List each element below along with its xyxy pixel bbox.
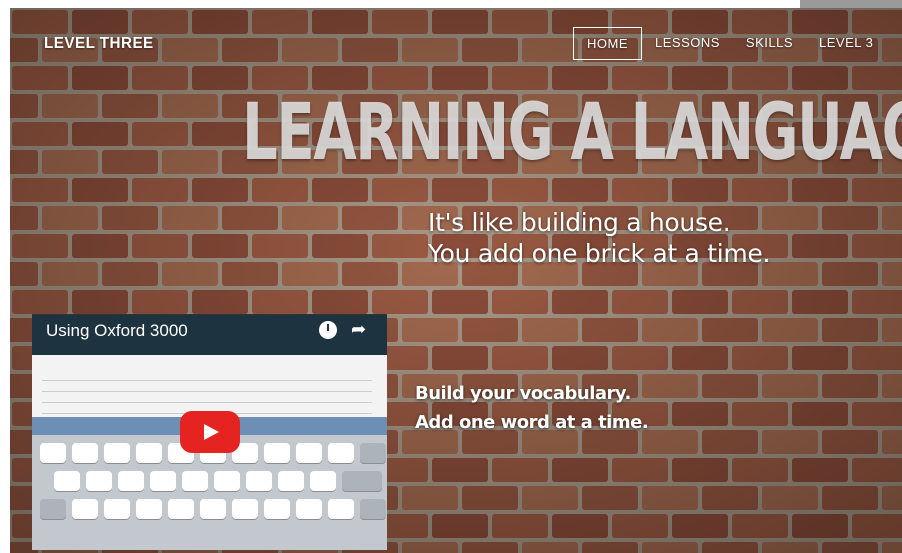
share-icon[interactable]: ➦ xyxy=(351,319,366,340)
tagline-line-2: You add one brick at a time. xyxy=(428,239,771,268)
tagline-line-1: It's like building a house. xyxy=(428,208,731,237)
clock-icon[interactable] xyxy=(319,321,337,339)
site-brand[interactable]: LEVEL THREE xyxy=(44,35,154,53)
vocab-line-1: Build your vocabulary. xyxy=(415,383,631,404)
hero-title: LEARNING A LANGUAGE xyxy=(242,88,902,178)
video-header: Using Oxford 3000 ➦ xyxy=(32,315,387,355)
video-title[interactable]: Using Oxford 3000 xyxy=(46,321,188,341)
hero-section: LEVEL THREE HOME LESSONS SKILLS LEVEL 3 … xyxy=(10,8,902,553)
video-thumbnail-spreadsheet xyxy=(32,355,387,417)
main-nav: HOME LESSONS SKILLS LEVEL 3 xyxy=(573,26,886,60)
nav-lessons[interactable]: LESSONS xyxy=(642,26,733,60)
nav-home[interactable]: HOME xyxy=(573,26,642,60)
top-gray-strip xyxy=(800,0,902,8)
video-embed[interactable]: Using Oxford 3000 ➦ xyxy=(32,314,387,550)
vocab-line-2: Add one word at a time. xyxy=(415,412,649,433)
youtube-play-icon[interactable] xyxy=(180,411,240,453)
nav-skills[interactable]: SKILLS xyxy=(733,26,806,60)
nav-level-3[interactable]: LEVEL 3 xyxy=(806,26,886,60)
